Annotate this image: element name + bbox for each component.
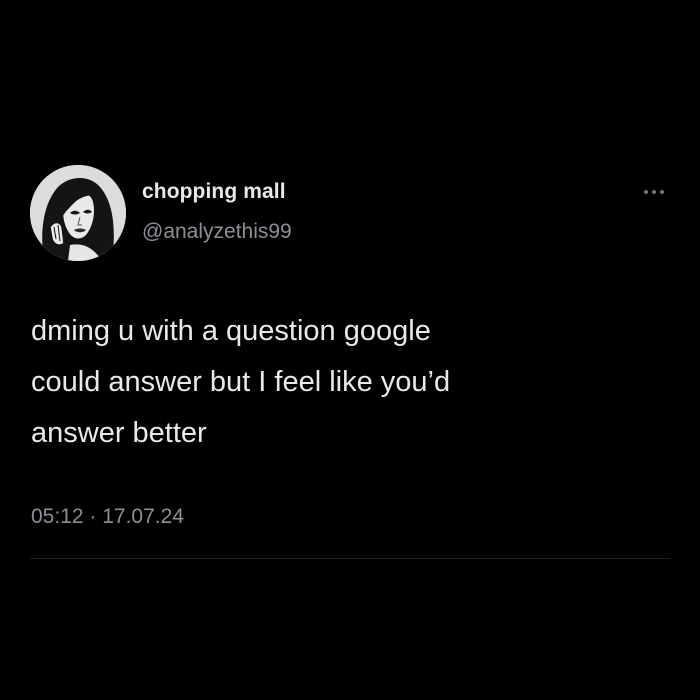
divider (30, 558, 670, 559)
author-display-name[interactable]: chopping mall (142, 180, 286, 204)
more-options-icon (644, 190, 664, 194)
tweet-card: chopping mall @analyzethis99 dming u wit… (0, 0, 700, 700)
tweet-text: dming u with a question google could ans… (31, 315, 451, 449)
avatar-illustration-icon (30, 165, 126, 261)
more-options-button[interactable] (638, 182, 670, 202)
tweet-timestamp[interactable]: 05:12 · 17.07.24 (31, 505, 184, 529)
avatar[interactable] (30, 165, 126, 261)
author-handle[interactable]: @analyzethis99 (142, 220, 292, 244)
